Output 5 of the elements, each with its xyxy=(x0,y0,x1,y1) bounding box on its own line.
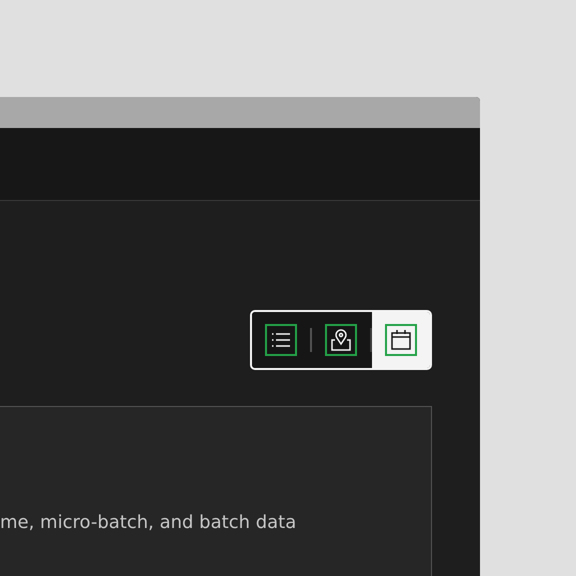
card-description: me, micro-batch, and batch data xyxy=(0,512,298,533)
calendar-icon xyxy=(385,324,417,356)
calendar-view-button[interactable] xyxy=(372,312,430,368)
list-icon xyxy=(265,324,297,356)
map-pin-icon xyxy=(325,324,357,356)
